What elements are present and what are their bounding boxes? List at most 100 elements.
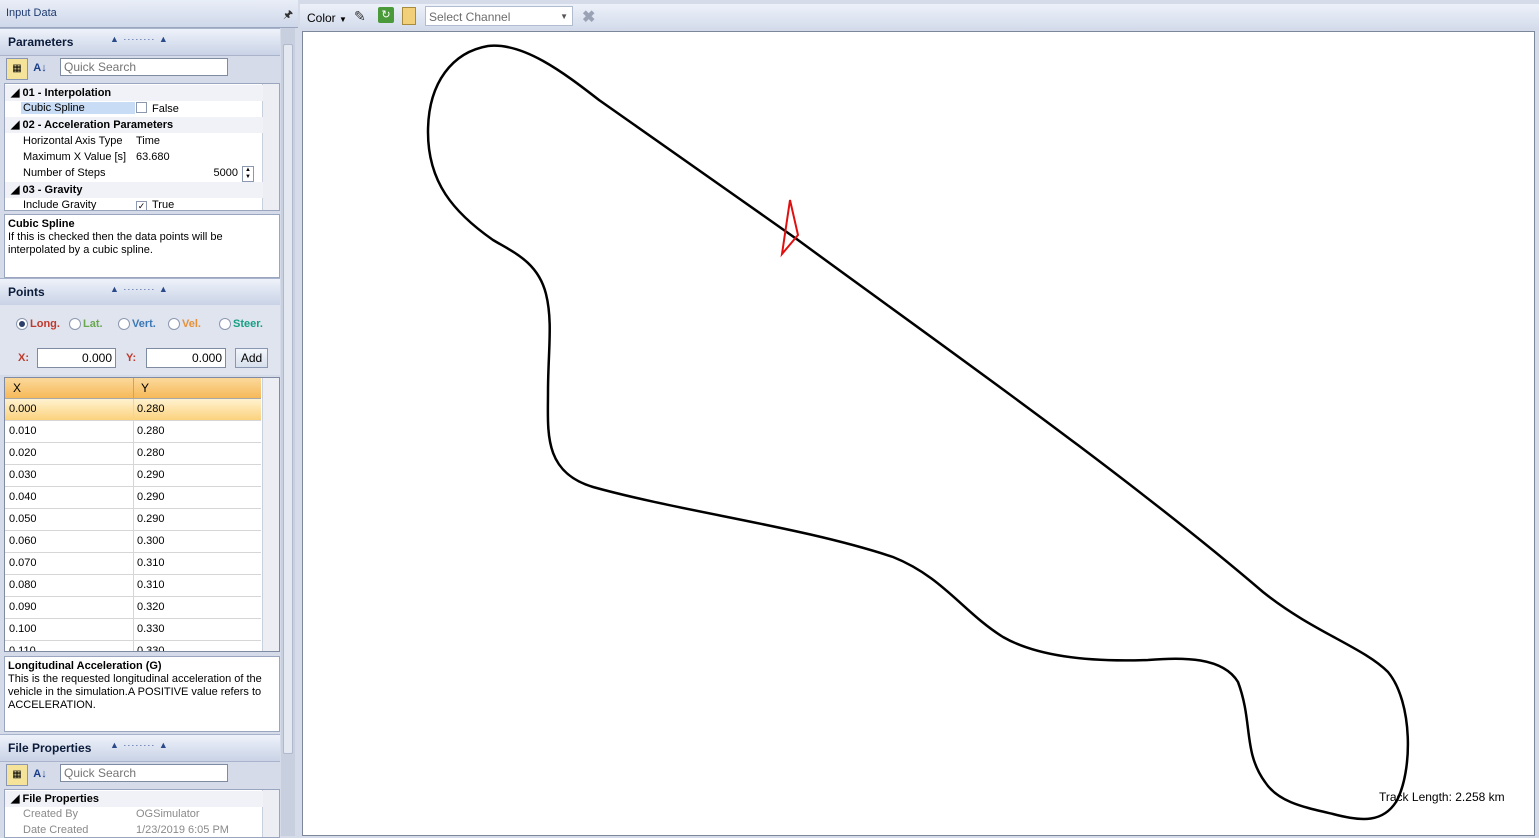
table-row[interactable]: 0.040 0.290 bbox=[5, 487, 261, 509]
cell-y[interactable]: 0.290 bbox=[137, 513, 165, 525]
file-properties-header[interactable]: File Properties ▲ ········ ▲ bbox=[0, 734, 280, 762]
property-category[interactable]: ◢ File Properties bbox=[5, 791, 263, 807]
property-row[interactable]: Created By OGSimulator bbox=[5, 807, 263, 823]
table-row[interactable]: 0.000 0.280 bbox=[5, 399, 261, 421]
property-row[interactable]: Horizontal Axis Type Time bbox=[5, 134, 263, 150]
column-header-y[interactable]: Y bbox=[141, 381, 149, 395]
cell-x[interactable]: 0.110 bbox=[9, 645, 36, 651]
x-label: X: bbox=[18, 352, 29, 364]
points-header[interactable]: Points ▲ ········ ▲ bbox=[0, 278, 280, 306]
table-row[interactable]: 0.110 0.330 bbox=[5, 641, 261, 651]
table-row[interactable]: 0.100 0.330 bbox=[5, 619, 261, 641]
property-row[interactable]: Include Gravity ✓ True bbox=[5, 198, 263, 211]
table-row[interactable]: 0.010 0.280 bbox=[5, 421, 261, 443]
color-dropdown[interactable]: Color ▼ bbox=[307, 11, 347, 25]
cell-y[interactable]: 0.300 bbox=[137, 535, 165, 547]
radio-button-icon[interactable] bbox=[69, 318, 81, 330]
cell-x[interactable]: 0.060 bbox=[9, 535, 37, 547]
cell-x[interactable]: 0.030 bbox=[9, 469, 37, 481]
cell-y[interactable]: 0.310 bbox=[137, 579, 165, 591]
cell-y[interactable]: 0.280 bbox=[137, 425, 165, 437]
property-name: Number of Steps bbox=[23, 167, 106, 179]
sort-az-icon[interactable]: A↓ bbox=[30, 764, 50, 784]
table-row[interactable]: 0.050 0.290 bbox=[5, 509, 261, 531]
file-properties-search-input[interactable] bbox=[60, 764, 228, 782]
radio-button-icon[interactable] bbox=[219, 318, 231, 330]
parameters-scrollbar[interactable] bbox=[262, 84, 279, 210]
description-text: If this is checked then the data points … bbox=[8, 231, 223, 256]
points-table-scrollbar[interactable] bbox=[262, 378, 279, 651]
property-name: Include Gravity bbox=[23, 199, 97, 211]
radio-button-icon[interactable] bbox=[118, 318, 130, 330]
cell-y[interactable]: 0.280 bbox=[137, 403, 165, 415]
cell-x[interactable]: 0.000 bbox=[9, 403, 37, 415]
cell-x[interactable]: 0.090 bbox=[9, 601, 37, 613]
collapse-controls-icon[interactable]: ▲ ········ ▲ bbox=[110, 740, 169, 750]
collapse-controls-icon[interactable]: ▲ ········ ▲ bbox=[110, 34, 169, 44]
property-row[interactable]: Cubic Spline False bbox=[5, 101, 263, 117]
table-row[interactable]: 0.020 0.280 bbox=[5, 443, 261, 465]
checkbox-checked-icon[interactable]: ✓ bbox=[136, 201, 147, 210]
table-row[interactable]: 0.060 0.300 bbox=[5, 531, 261, 553]
categorized-view-icon[interactable]: ▦ bbox=[6, 58, 28, 80]
y-value-input[interactable] bbox=[146, 348, 226, 368]
cell-x[interactable]: 0.020 bbox=[9, 447, 37, 459]
track-canvas[interactable]: Track Length: 2.258 km bbox=[302, 31, 1535, 836]
radio-button-icon[interactable] bbox=[16, 318, 28, 330]
clipboard-icon[interactable] bbox=[402, 7, 416, 25]
cell-x[interactable]: 0.070 bbox=[9, 557, 37, 569]
cell-y[interactable]: 0.330 bbox=[137, 623, 165, 635]
table-row[interactable]: 0.030 0.290 bbox=[5, 465, 261, 487]
cell-y[interactable]: 0.330 bbox=[137, 645, 165, 651]
cell-y[interactable]: 0.280 bbox=[137, 447, 165, 459]
cell-x[interactable]: 0.100 bbox=[9, 623, 37, 635]
edit-track-icon[interactable]: ✎ bbox=[354, 8, 366, 25]
property-value[interactable]: ✓ True bbox=[136, 199, 175, 211]
property-value[interactable]: Time bbox=[136, 135, 160, 147]
add-point-button[interactable]: Add bbox=[235, 348, 268, 368]
cell-y[interactable]: 0.290 bbox=[137, 491, 165, 503]
property-value[interactable]: 1/23/2019 6:05 PM bbox=[136, 824, 229, 836]
channel-select-text: Select Channel bbox=[429, 10, 511, 24]
panel-scroll-thumb[interactable] bbox=[283, 44, 293, 754]
property-category[interactable]: ◢ 02 - Acceleration Parameters bbox=[5, 117, 263, 134]
spinner-arrows-icon[interactable]: ▲ ▼ bbox=[242, 166, 254, 182]
table-row[interactable]: 0.070 0.310 bbox=[5, 553, 261, 575]
radio-button-icon[interactable] bbox=[168, 318, 180, 330]
property-row[interactable]: Number of Steps 5000 ▲ ▼ bbox=[5, 166, 263, 182]
checkbox-icon[interactable] bbox=[136, 102, 147, 114]
column-header-x[interactable]: X bbox=[13, 381, 21, 395]
table-row[interactable]: 0.090 0.320 bbox=[5, 597, 261, 619]
x-value-input[interactable] bbox=[37, 348, 116, 368]
table-row[interactable]: 0.080 0.310 bbox=[5, 575, 261, 597]
sort-az-icon[interactable]: A↓ bbox=[30, 58, 50, 78]
property-category[interactable]: ◢ 01 - Interpolation bbox=[5, 85, 263, 101]
color-label: Color bbox=[307, 11, 336, 25]
file-properties-grid: ◢ File Properties Created By OGSimulator Da… bbox=[4, 789, 280, 838]
collapse-controls-icon[interactable]: ▲ ········ ▲ bbox=[110, 284, 169, 294]
categorized-view-icon[interactable]: ▦ bbox=[6, 764, 28, 786]
channel-select[interactable]: Select Channel ▼ bbox=[425, 6, 573, 26]
pin-icon[interactable]: 🖈 bbox=[283, 6, 293, 25]
parameters-search-input[interactable] bbox=[60, 58, 228, 76]
parameters-header[interactable]: Parameters ▲ ········ ▲ bbox=[0, 28, 280, 56]
description-title: Longitudinal Acceleration (G) bbox=[8, 660, 162, 672]
checkbox-value: True bbox=[152, 199, 175, 211]
file-properties-scrollbar[interactable] bbox=[262, 790, 279, 837]
spinner-value: 5000 bbox=[213, 167, 238, 179]
refresh-icon[interactable]: ↻ bbox=[378, 7, 394, 23]
cell-x[interactable]: 0.040 bbox=[9, 491, 37, 503]
property-category[interactable]: ◢ 03 - Gravity bbox=[5, 182, 263, 199]
property-row[interactable]: Maximum X Value [s] 63.680 bbox=[5, 150, 263, 166]
cell-y[interactable]: 0.290 bbox=[137, 469, 165, 481]
cell-y[interactable]: 0.310 bbox=[137, 557, 165, 569]
cell-x[interactable]: 0.050 bbox=[9, 513, 37, 525]
property-value[interactable]: 63.680 bbox=[136, 151, 170, 163]
cell-y[interactable]: 0.320 bbox=[137, 601, 165, 613]
close-icon[interactable]: ✖ bbox=[582, 7, 595, 27]
property-value[interactable]: False bbox=[136, 102, 179, 115]
cell-x[interactable]: 0.010 bbox=[9, 425, 37, 437]
property-value[interactable]: OGSimulator bbox=[136, 808, 200, 820]
property-name: Maximum X Value [s] bbox=[23, 150, 127, 163]
cell-x[interactable]: 0.080 bbox=[9, 579, 37, 591]
